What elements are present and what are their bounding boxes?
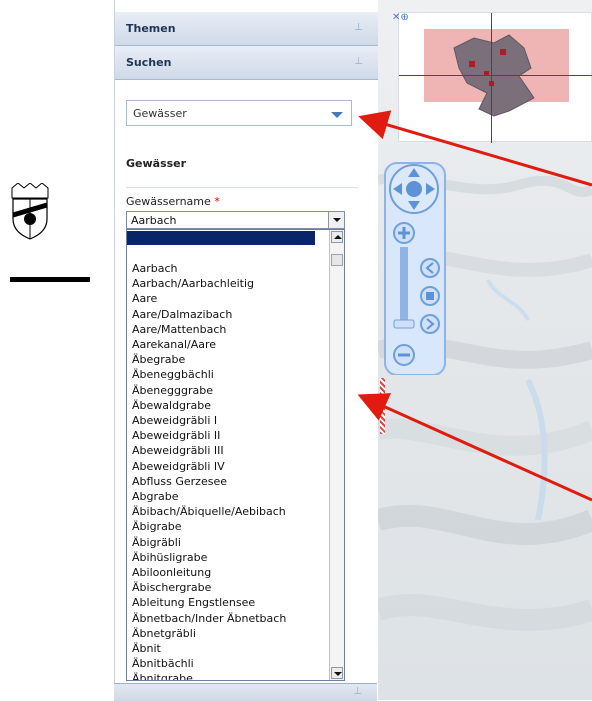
annotation-arrow-list (357, 393, 592, 502)
annotation-arrows (357, 110, 592, 502)
annotation-arrow-dropdown (358, 110, 592, 187)
